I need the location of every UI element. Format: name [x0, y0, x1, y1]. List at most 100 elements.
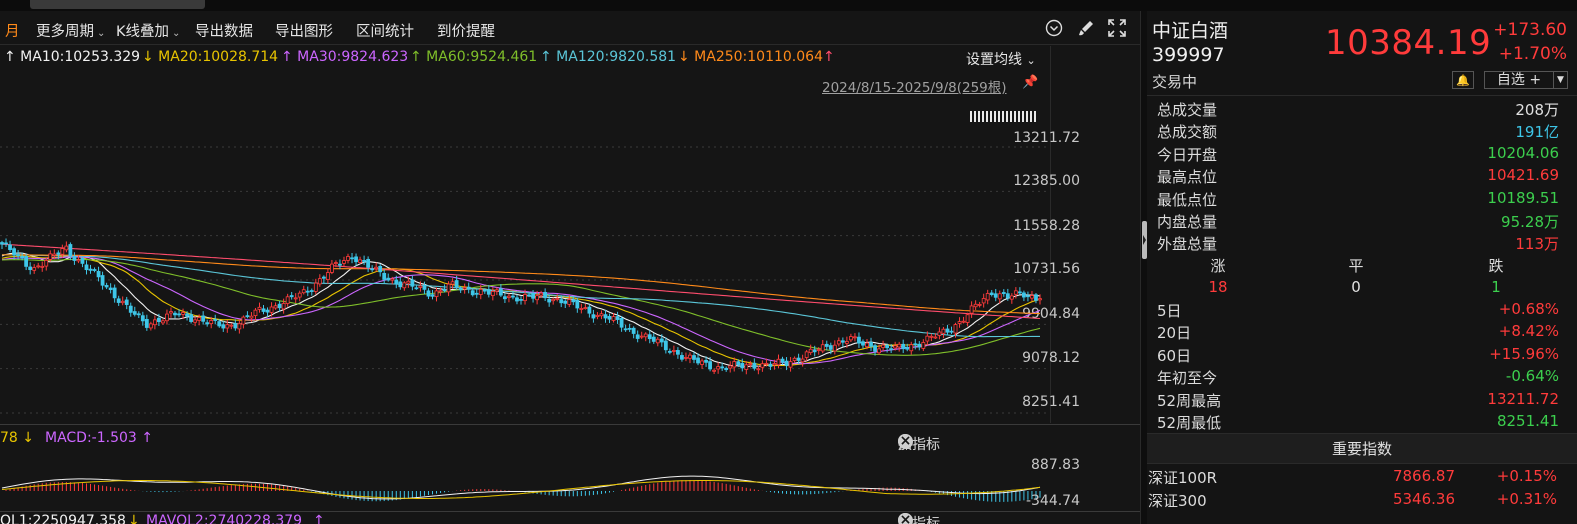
index-row[interactable]: 深证100R 7866.87 +0.15%: [1147, 467, 1577, 489]
period-label: 52周最高: [1157, 391, 1222, 410]
period-label: 年初至今: [1157, 369, 1218, 388]
candle-body: [64, 245, 69, 251]
important-indices-header[interactable]: 重要指数: [1147, 434, 1577, 464]
chevron-down-icon: ⌄: [172, 28, 181, 39]
close-icon[interactable]: ×: [898, 513, 913, 524]
candle-body: [688, 354, 692, 359]
quote-stat-row: 总成交额 191亿: [1157, 121, 1559, 143]
candle-body: [925, 335, 930, 342]
candle-body: [414, 287, 419, 290]
candle-body: [889, 348, 894, 351]
candle-body: [921, 342, 926, 349]
stat-label: 最低点位: [1157, 190, 1218, 209]
export-data-button[interactable]: 导出数据: [195, 20, 253, 41]
quote-stat-row: 内盘总量 95.28万: [1157, 211, 1559, 233]
candle-body: [144, 318, 149, 328]
export-image-button[interactable]: 导出图形: [275, 20, 333, 41]
candle-body: [422, 284, 427, 290]
fullscreen-icon[interactable]: [1106, 17, 1128, 39]
mavol2-label: MAVOL2:2740228.379: [146, 513, 303, 524]
stat-value: 95.28万: [1501, 213, 1559, 231]
chart-pane: 月 更多周期 ⌄ K线叠加 ⌄ 导出数据 导出图形 区间统计 到价提醒 ↑ MA10…: [0, 11, 1140, 524]
candle-body: [676, 350, 680, 355]
candle-body: [378, 265, 383, 273]
range-stats-button[interactable]: 区间统计: [356, 20, 414, 41]
candle-body: [667, 350, 672, 353]
candle-body: [4, 242, 8, 245]
close-icon[interactable]: ×: [898, 434, 913, 449]
breadth-up-label: 涨: [1210, 257, 1226, 275]
candle-body: [663, 340, 668, 351]
period-value: +0.68%: [1498, 300, 1559, 318]
candle-body: [849, 336, 853, 341]
candle-body: [551, 298, 556, 302]
trading-status: 交易中: [1152, 73, 1198, 91]
candle-body: [374, 266, 379, 270]
candle-body: [301, 289, 306, 294]
candle-body: [317, 278, 322, 285]
candle-body: [820, 344, 825, 352]
candle-body: [88, 268, 93, 271]
candle-body: [313, 282, 318, 292]
candle-body: [901, 343, 906, 350]
candle-body: [430, 294, 435, 297]
brush-icon[interactable]: [1075, 17, 1097, 39]
candle-body: [330, 263, 334, 273]
chart-toolbar: 月 更多周期 ⌄ K线叠加 ⌄ 导出数据 导出图形 区间统计 到价提醒: [0, 11, 1140, 45]
stat-value: 10204.06: [1487, 143, 1559, 162]
candle-body: [237, 323, 242, 330]
panel-splitter[interactable]: [1140, 11, 1147, 524]
add-favorite-button[interactable]: 自选 +: [1484, 71, 1554, 89]
candle-body: [853, 336, 857, 339]
candle-body: [458, 288, 463, 291]
candle-body: [1026, 295, 1030, 298]
candle-body: [104, 285, 109, 288]
candle-body: [764, 362, 769, 365]
period-return-row: 年初至今 -0.64%: [1157, 367, 1559, 389]
candle-body: [201, 315, 206, 322]
stat-value: 191亿: [1515, 123, 1559, 142]
index-row[interactable]: 深证300 5346.36 +0.31%: [1147, 490, 1577, 512]
candle-body: [261, 308, 266, 312]
candle-body: [507, 295, 511, 299]
bell-icon[interactable]: 🔔: [1452, 71, 1474, 89]
favorite-dropdown-icon[interactable]: ▼: [1554, 71, 1568, 89]
more-periods-button[interactable]: 更多周期 ⌄: [36, 20, 105, 41]
candle-body: [398, 281, 403, 288]
candle-body: [587, 306, 592, 314]
quote-stat-row: 今日开盘 10204.06: [1157, 144, 1559, 166]
candle-body: [543, 291, 548, 299]
price-alert-button[interactable]: 到价提醒: [437, 20, 495, 41]
candle-body: [591, 314, 596, 319]
candle-body: [893, 345, 898, 349]
stat-label: 内盘总量: [1157, 213, 1218, 231]
candle-body: [760, 363, 765, 368]
index-row-price: 7866.87: [1392, 467, 1455, 485]
macd-dif-line: [1, 475, 1041, 500]
candle-body: [321, 276, 326, 279]
candle-body: [0, 242, 4, 245]
candle-body: [832, 344, 837, 352]
kline-overlay-button[interactable]: K线叠加 ⌄: [116, 20, 180, 41]
candle-body: [245, 315, 250, 318]
candle-body: [1030, 295, 1034, 299]
more-periods-label: 更多周期: [36, 24, 94, 40]
collapse-icon[interactable]: [1043, 17, 1065, 39]
candle-body: [511, 295, 515, 298]
candle-body: [865, 342, 869, 348]
candle-body: [494, 289, 499, 292]
macd-header: 78 ↓ MACD:-1.503 ↑ 加指标 换指标 ×: [0, 424, 1140, 453]
quote-panel: 中证白酒 399997 10384.19 +173.60 +1.70% 交易中 …: [1147, 11, 1577, 524]
candle-body: [796, 357, 801, 361]
candle-body: [80, 257, 85, 264]
period-return-row: 20日 +8.42%: [1157, 322, 1559, 344]
candle-body: [993, 293, 998, 298]
price-change-pct: +1.70%: [1498, 44, 1567, 64]
kline-chart[interactable]: [0, 45, 1050, 423]
period-label: 52周最低: [1157, 414, 1222, 432]
ma-line: [1, 243, 1041, 320]
window-tab[interactable]: [30, 0, 205, 9]
candle-body: [788, 361, 793, 368]
candle-body: [116, 298, 121, 303]
period-month-button[interactable]: 月: [5, 20, 20, 41]
